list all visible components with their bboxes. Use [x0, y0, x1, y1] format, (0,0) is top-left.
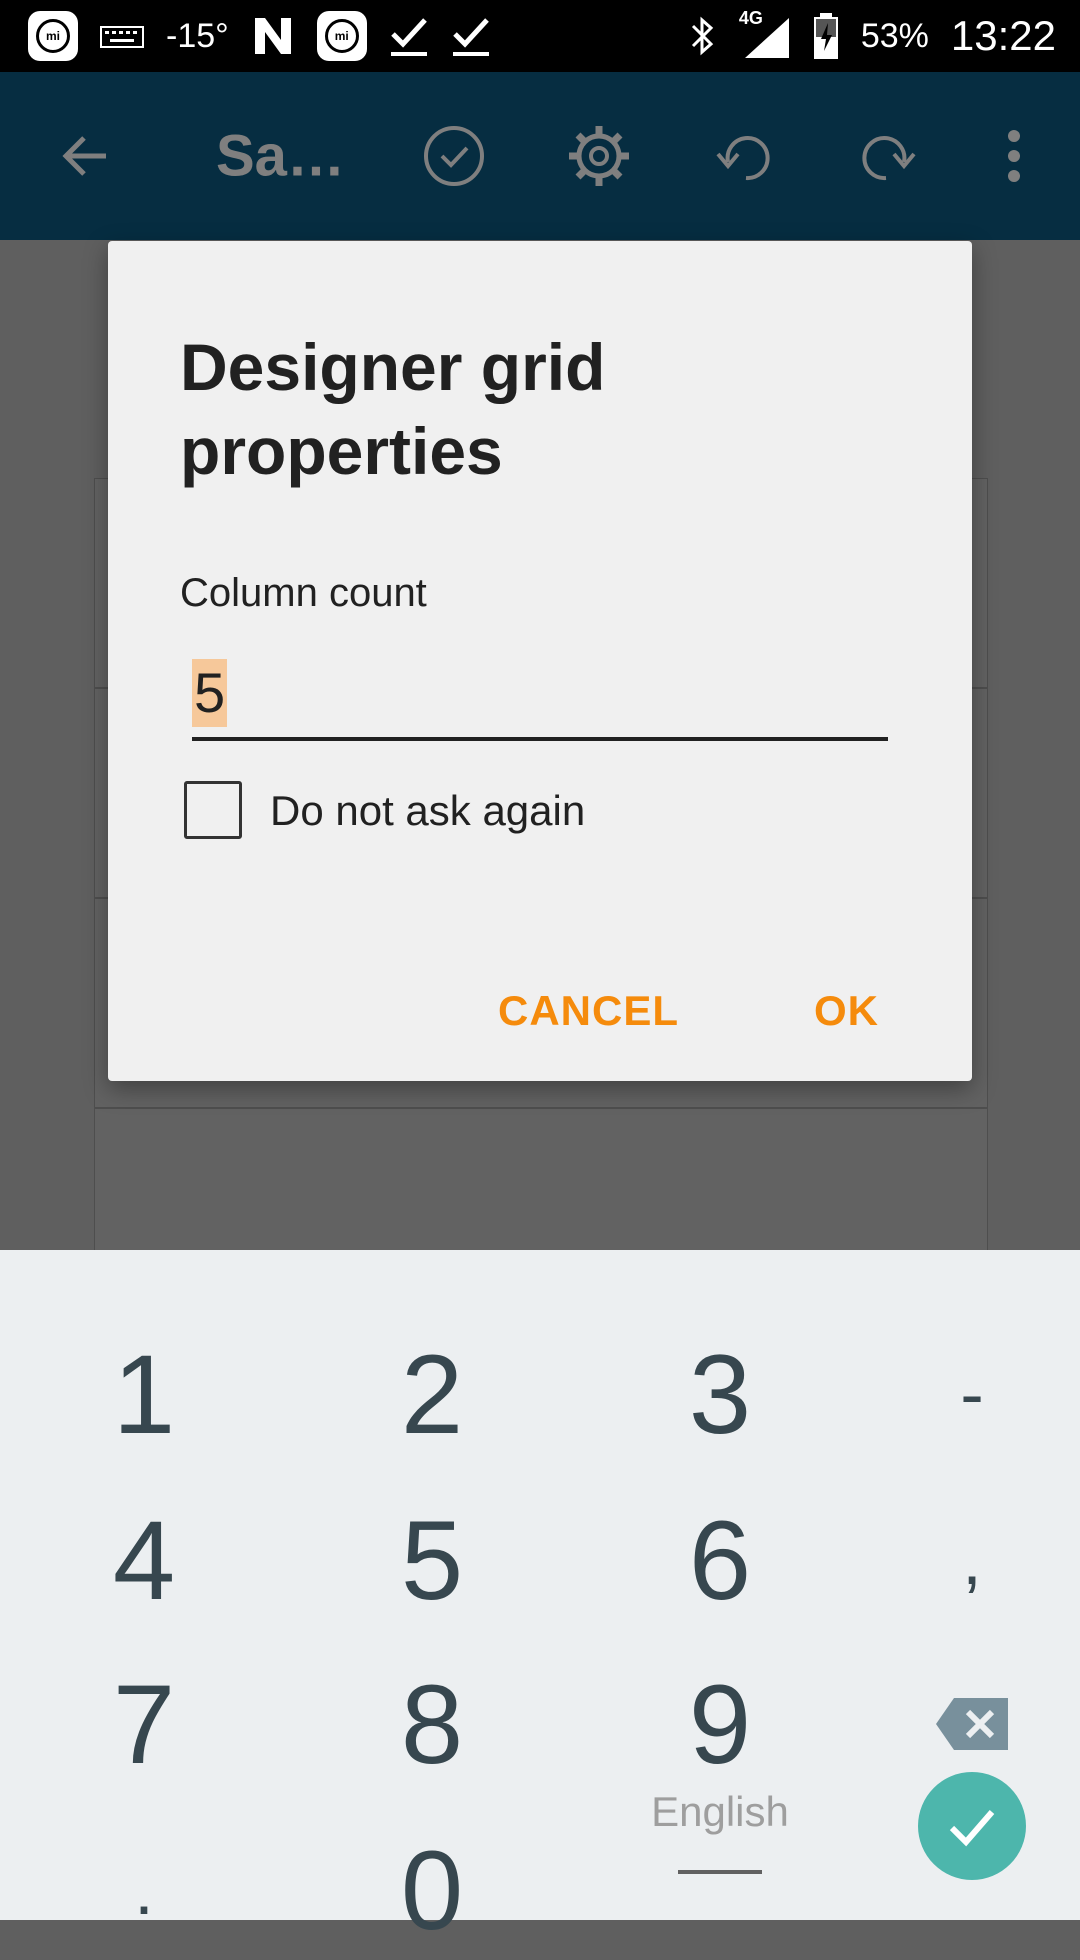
- ok-button[interactable]: OK: [814, 987, 879, 1035]
- column-count-field[interactable]: 5: [192, 651, 888, 741]
- signal-icon: 4G: [739, 8, 791, 60]
- key-5[interactable]: 5: [332, 1490, 532, 1630]
- mi-icon: mi: [316, 11, 367, 61]
- language-indicator: [678, 1870, 762, 1874]
- key-0[interactable]: 0: [332, 1820, 532, 1960]
- temperature-text: -15°: [166, 16, 229, 55]
- mi-icon: mi: [28, 11, 78, 61]
- key-6[interactable]: 6: [620, 1490, 820, 1630]
- app-bar-scrim: [0, 72, 1080, 240]
- grid-properties-dialog: Designer grid properties Column count 5 …: [108, 241, 972, 1081]
- language-switch[interactable]: English: [612, 1788, 828, 1836]
- grid-line: [95, 1107, 987, 1109]
- bluetooth-icon: [691, 16, 714, 56]
- clock-text: 13:22: [950, 12, 1056, 59]
- do-not-ask-again-label[interactable]: Do not ask again: [270, 787, 585, 835]
- n-icon: [254, 18, 291, 54]
- key-1[interactable]: 1: [44, 1324, 244, 1464]
- key-9[interactable]: 9: [620, 1654, 820, 1794]
- key-8[interactable]: 8: [332, 1654, 532, 1794]
- column-count-label: Column count: [180, 571, 427, 615]
- download-done-icon: [452, 18, 489, 56]
- status-bar: mi -15° mi 4G 53% 13:22: [0, 0, 1080, 72]
- key-3[interactable]: 3: [620, 1324, 820, 1464]
- download-done-icon: [390, 18, 427, 56]
- key-period[interactable]: .: [44, 1820, 244, 1960]
- app-bar: Sa…: [0, 72, 1080, 240]
- key-2[interactable]: 2: [332, 1324, 532, 1464]
- dialog-title: Designer grid properties: [180, 330, 606, 488]
- key-4[interactable]: 4: [44, 1490, 244, 1630]
- key-comma[interactable]: ,: [872, 1490, 1072, 1630]
- cancel-button[interactable]: CANCEL: [498, 987, 679, 1035]
- battery-percent-text: 53%: [860, 16, 929, 55]
- do-not-ask-again-checkbox[interactable]: [184, 781, 242, 839]
- check-icon: [949, 1810, 995, 1847]
- key-7[interactable]: 7: [44, 1654, 244, 1794]
- battery-charging-icon: [813, 13, 838, 59]
- key-minus[interactable]: -: [872, 1324, 1072, 1464]
- column-count-value[interactable]: 5: [192, 659, 228, 727]
- backspace-icon: [936, 1698, 1008, 1750]
- keyboard-icon: [100, 26, 144, 48]
- done-key[interactable]: [918, 1772, 1026, 1880]
- numeric-keyboard: 1 2 3 - 4 5 6 , 7 8 9 . 0 English: [0, 1250, 1080, 1953]
